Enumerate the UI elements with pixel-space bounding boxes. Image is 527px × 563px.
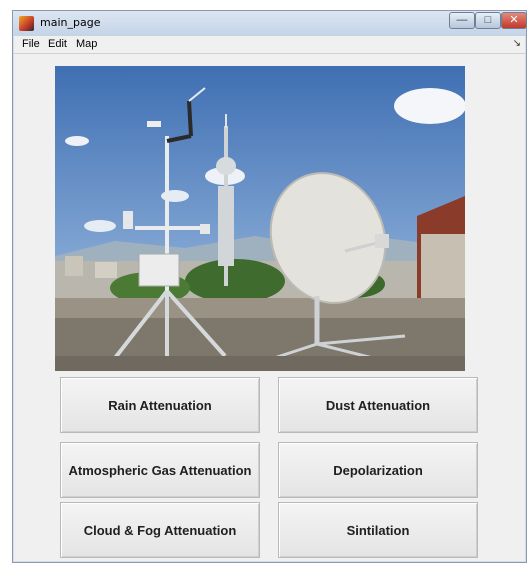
rooftop-station-photo [55, 66, 465, 371]
dust-attenuation-button[interactable]: Dust Attenuation [278, 377, 478, 433]
menu-edit[interactable]: Edit [48, 38, 67, 50]
depolarization-button[interactable]: Depolarization [278, 442, 478, 498]
cloud-fog-attenuation-button[interactable]: Cloud & Fog Attenuation [60, 502, 260, 558]
minimize-button[interactable]: — [449, 12, 475, 29]
window-title: main_page [40, 16, 101, 29]
rain-attenuation-button[interactable]: Rain Attenuation [60, 377, 260, 433]
menu-bar: File Edit Map ↘ [14, 36, 525, 54]
title-bar[interactable]: main_page — □ ✕ [13, 11, 527, 36]
matlab-app-icon [19, 16, 34, 31]
figure-content: Rain Attenuation Dust Attenuation Atmosp… [14, 54, 525, 561]
maximize-button[interactable]: □ [475, 12, 501, 29]
close-button[interactable]: ✕ [501, 12, 527, 29]
atmospheric-gas-attenuation-button[interactable]: Atmospheric Gas Attenuation [60, 442, 260, 498]
menu-map[interactable]: Map [76, 38, 97, 50]
sintilation-button[interactable]: Sintilation [278, 502, 478, 558]
main-window: main_page — □ ✕ File Edit Map ↘ Rain Att… [12, 10, 527, 563]
menu-file[interactable]: File [22, 38, 40, 50]
toolbar-overflow-icon[interactable]: ↘ [513, 38, 521, 49]
photo-illustration [55, 66, 465, 371]
